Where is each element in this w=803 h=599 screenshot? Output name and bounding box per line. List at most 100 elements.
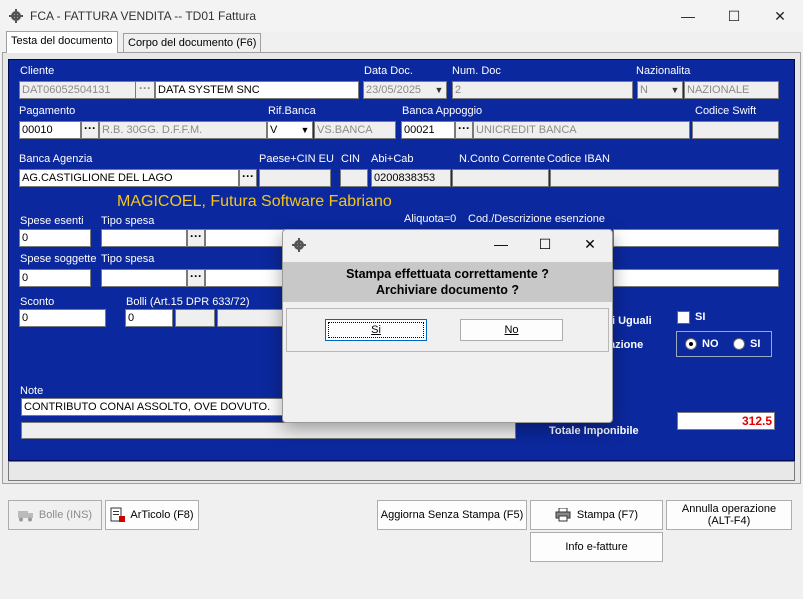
spese-soggette-label: Spese soggette <box>20 253 97 265</box>
bolli-label: Bolli (Art.15 DPR 633/72) <box>126 296 250 308</box>
note-label: Note <box>20 385 44 397</box>
status-strip <box>8 461 795 481</box>
iban-label: Codice IBAN <box>547 153 610 165</box>
codice-swift-field[interactable] <box>692 121 779 139</box>
tipo-spesa2-desc-field[interactable] <box>205 269 285 287</box>
cliente-lookup-button[interactable]: ··· <box>135 81 155 99</box>
uguali-label: i Uguali <box>612 315 652 327</box>
descrizione-esenzione-field[interactable] <box>613 229 779 247</box>
pagamento-desc-field[interactable]: R.B. 30GG. D.F.F.M. <box>99 121 267 139</box>
banca-agenzia-lookup-button[interactable]: ··· <box>239 169 257 187</box>
n-conto-label: N.Conto Corrente <box>459 153 546 165</box>
dialog-button-row: Si No <box>286 308 609 352</box>
abi-cab-field[interactable]: 0200838353 <box>371 169 451 187</box>
tipo-spesa2-field[interactable] <box>101 269 187 287</box>
chevron-down-icon: ▼ <box>300 125 310 135</box>
rif-banca-select[interactable]: V ▼ <box>267 121 313 139</box>
data-doc-field[interactable]: 23/05/2025 ▼ <box>363 81 447 99</box>
sconto-field[interactable]: 0 <box>19 309 106 327</box>
stampa-button[interactable]: Stampa (F7) <box>530 500 663 530</box>
cliente-name-field[interactable]: DATA SYSTEM SNC <box>155 81 359 99</box>
article-icon <box>110 507 126 522</box>
cod-descrizione-label: Cod./Descrizione esenzione <box>468 213 605 225</box>
radio-no[interactable] <box>685 338 697 350</box>
radio-si-label: SI <box>750 338 761 350</box>
nazionalita-code-field[interactable]: N ▼ <box>637 81 683 99</box>
chevron-down-icon: ▼ <box>434 85 444 95</box>
radio-si[interactable] <box>733 338 745 350</box>
banca-appoggio-name-field[interactable]: UNICREDIT BANCA <box>473 121 690 139</box>
tipo-spesa2-lookup-button[interactable]: ··· <box>187 269 205 287</box>
dialog-gear-icon <box>292 238 306 252</box>
note-field-2[interactable] <box>21 422 516 439</box>
dialog-no-button[interactable]: No <box>460 319 563 341</box>
totale-imponibile-value: 312.5 <box>677 412 775 430</box>
rif-banca-desc-field[interactable]: VS.BANCA <box>314 121 396 139</box>
cin-field[interactable] <box>340 169 368 187</box>
dialog-maximize-button[interactable]: ☐ <box>537 236 553 252</box>
banca-agenzia-label: Banca Agenzia <box>19 153 93 165</box>
tab-corpo-documento[interactable]: Corpo del documento (F6) <box>123 33 262 53</box>
tipo-spesa-desc-field[interactable] <box>205 229 285 247</box>
tipo-spesa-label: Tipo spesa <box>101 215 155 227</box>
uguali-checkbox[interactable] <box>677 311 690 324</box>
aliquota-label: Aliquota=0 <box>404 213 457 225</box>
abi-cab-label: Abi+Cab <box>371 153 414 165</box>
descrizione-esenzione2-field[interactable] <box>613 269 779 287</box>
close-button[interactable]: ✕ <box>757 0 803 32</box>
annulla-operazione-button[interactable]: Annulla operazione (ALT-F4) <box>666 500 792 530</box>
dialog-close-button[interactable]: ✕ <box>582 236 598 252</box>
codice-swift-label: Codice Swift <box>695 105 757 117</box>
paese-cin-field[interactable] <box>259 169 331 187</box>
azione-radio-group: NO SI <box>676 331 772 357</box>
num-doc-field[interactable]: 2 <box>452 81 633 99</box>
aggiorna-senza-stampa-button[interactable]: Aggiorna Senza Stampa (F5) <box>377 500 527 530</box>
num-doc-label: Num. Doc <box>452 65 501 77</box>
bolle-button[interactable]: Bolle (INS) <box>8 500 102 530</box>
nazionalita-name-field[interactable]: NAZIONALE <box>684 81 779 99</box>
pagamento-lookup-button[interactable]: ··· <box>81 121 99 139</box>
data-doc-label: Data Doc. <box>364 65 413 77</box>
spese-esenti-label: Spese esenti <box>20 215 84 227</box>
truck-icon <box>17 511 33 522</box>
banca-agenzia-field[interactable]: AG.CASTIGLIONE DEL LAGO <box>19 169 239 187</box>
spese-esenti-field[interactable]: 0 <box>19 229 91 247</box>
tab-testa-documento[interactable]: Testa del documento <box>6 31 118 53</box>
nazionalita-label: Nazionalita <box>636 65 691 77</box>
tipo-spesa-field[interactable] <box>101 229 187 247</box>
minimize-button[interactable]: — <box>665 0 711 32</box>
tipo-spesa-lookup-button[interactable]: ··· <box>187 229 205 247</box>
banca-appoggio-label: Banca Appoggio <box>402 105 483 117</box>
info-efatture-button[interactable]: Info e-fatture <box>530 532 663 562</box>
bolli-extra-field[interactable] <box>175 309 215 327</box>
paese-cin-label: Paese+CIN EU <box>259 153 334 165</box>
dialog-message-line2: Archiviare documento ? <box>375 283 520 297</box>
bolli-field[interactable]: 0 <box>125 309 173 327</box>
dialog-message: Stampa effettuata correttamente ? Archiv… <box>283 262 612 302</box>
uguali-si-label: SI <box>695 311 706 323</box>
banca-appoggio-code-field[interactable]: 00021 <box>401 121 455 139</box>
chevron-down-icon: ▼ <box>670 85 680 95</box>
pagamento-code-field[interactable]: 00010 <box>19 121 81 139</box>
radio-no-label: NO <box>702 338 719 350</box>
articolo-button[interactable]: ArTicolo (F8) <box>105 500 199 530</box>
bolli-desc-field[interactable] <box>217 309 285 327</box>
dialog-message-line1: Stampa effettuata correttamente ? <box>346 267 549 281</box>
note-field[interactable]: CONTRIBUTO CONAI ASSOLTO, OVE DOVUTO. <box>21 398 286 416</box>
banca-appoggio-lookup-button[interactable]: ··· <box>455 121 473 139</box>
dialog-yes-button[interactable]: Si <box>325 319 427 341</box>
cliente-code-field[interactable]: DAT06052504131 <box>19 81 141 99</box>
brand-text: MAGICOEL, Futura Software Fabriano <box>117 193 392 210</box>
title-bar: FCA - FATTURA VENDITA -- TD01 Fattura — … <box>0 0 803 32</box>
archive-dialog: — ☐ ✕ Stampa effettuata correttamente ? … <box>282 229 613 423</box>
window-title: FCA - FATTURA VENDITA -- TD01 Fattura <box>30 9 257 23</box>
cliente-label: Cliente <box>20 65 55 77</box>
n-conto-field[interactable] <box>452 169 549 187</box>
iban-field[interactable] <box>550 169 779 187</box>
cin-label: CIN <box>341 153 360 165</box>
dialog-minimize-button[interactable]: — <box>493 236 509 252</box>
totale-imponibile-label: Totale Imponibile <box>549 425 639 437</box>
azione-label: azione <box>609 339 644 351</box>
spese-soggette-field[interactable]: 0 <box>19 269 91 287</box>
maximize-button[interactable]: ☐ <box>711 0 757 32</box>
